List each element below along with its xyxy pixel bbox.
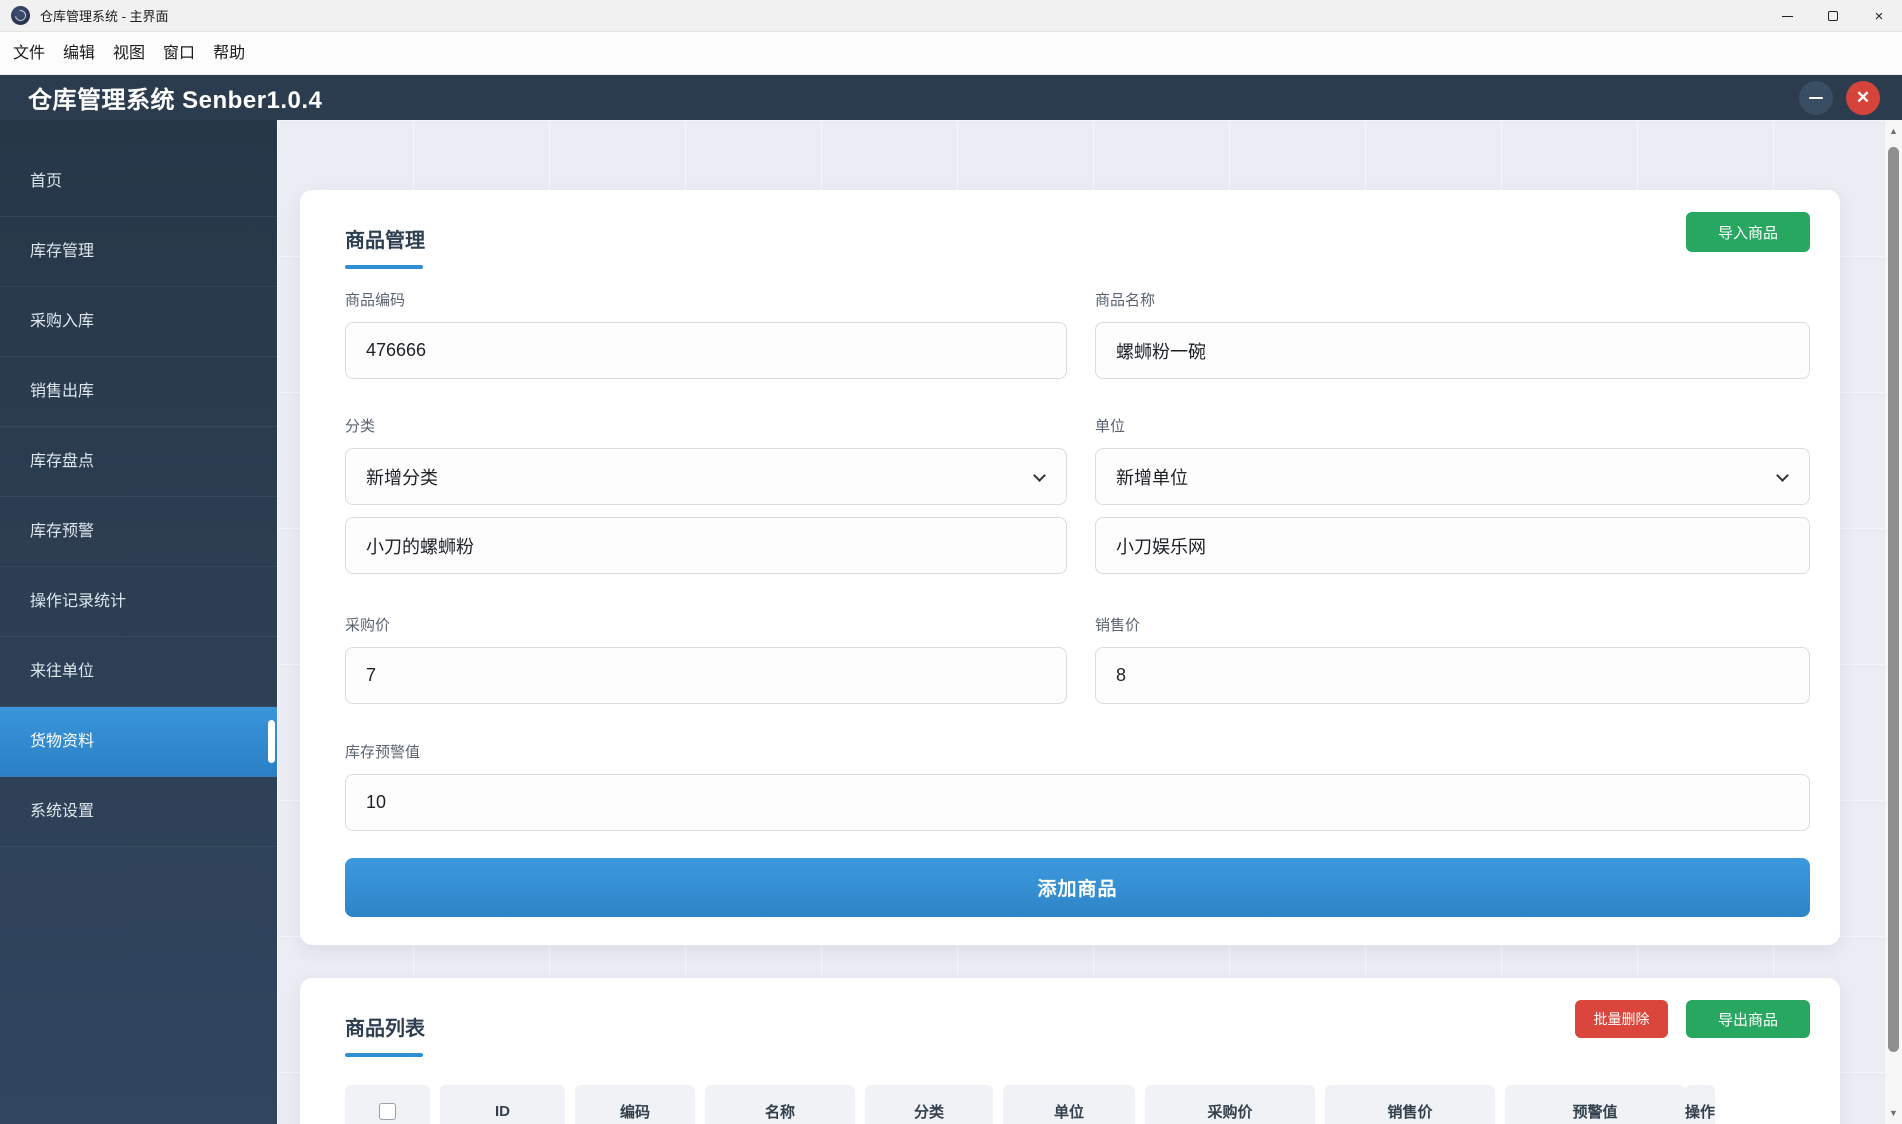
menu-item[interactable]: 编辑 — [54, 32, 104, 75]
main-content: 商品管理 导入商品 商品编码 商品名称 分类 单位 新增分类 — [277, 120, 1902, 1124]
close-icon: × — [1874, 7, 1884, 25]
unit-label: 单位 — [1095, 418, 1126, 435]
vertical-scrollbar[interactable]: ▲ ▼ — [1884, 120, 1902, 1124]
card-title-block: 商品管理 — [345, 210, 425, 269]
app-close-button[interactable]: ✕ — [1846, 80, 1880, 115]
window-close-button[interactable]: × — [1856, 0, 1902, 32]
sale-price-input[interactable] — [1095, 647, 1810, 704]
scroll-down-icon[interactable]: ▼ — [1885, 1108, 1902, 1118]
product-code-label: 商品编码 — [345, 292, 406, 309]
sidebar-item[interactable]: 采购入库 — [0, 287, 277, 357]
sidebar-item[interactable]: 库存盘点 — [0, 427, 277, 497]
sidebar-item-label: 销售出库 — [30, 383, 95, 400]
table-column-header: ID — [440, 1085, 565, 1124]
sidebar-item[interactable]: 销售出库 — [0, 357, 277, 427]
app-title: 仓库管理系统 Senber1.0.4 — [28, 87, 323, 114]
category-label: 分类 — [345, 418, 376, 435]
purchase-price-input[interactable] — [345, 647, 1067, 704]
menu-item[interactable]: 文件 — [4, 32, 54, 75]
sidebar-item[interactable]: 首页 — [0, 147, 277, 217]
stock-warning-input[interactable] — [345, 774, 1810, 831]
window-maximize-button[interactable] — [1810, 0, 1856, 32]
new-unit-input[interactable] — [1095, 517, 1810, 574]
scroll-up-icon[interactable]: ▲ — [1885, 126, 1902, 136]
app-minimize-button[interactable] — [1799, 80, 1833, 115]
app-header-controls: ✕ — [1799, 80, 1880, 115]
table-header-checkbox-cell — [345, 1085, 430, 1124]
table-column-header: 名称 — [705, 1085, 855, 1124]
unit-select[interactable]: 新增单位 — [1095, 448, 1810, 505]
sidebar-item-label: 库存预警 — [30, 523, 95, 540]
menu-item[interactable]: 视图 — [104, 32, 154, 75]
menu-item[interactable]: 窗口 — [154, 32, 204, 75]
chevron-down-icon — [1776, 469, 1789, 482]
minimize-icon — [1809, 96, 1823, 99]
purchase-price-label: 采购价 — [345, 617, 391, 634]
select-all-checkbox[interactable] — [379, 1102, 396, 1120]
sidebar-item-label: 首页 — [30, 173, 63, 190]
table-column-header: 编码 — [575, 1085, 695, 1124]
sidebar-item-label: 库存管理 — [30, 243, 95, 260]
table-column-header: 预警值 — [1505, 1085, 1685, 1124]
table-column-header: 操作 — [1685, 1085, 1716, 1124]
menu-item[interactable]: 帮助 — [204, 32, 254, 75]
window-controls: × — [1764, 0, 1902, 32]
app-icon — [11, 6, 30, 25]
window-titlebar: 仓库管理系统 - 主界面 × — [0, 0, 1902, 32]
sidebar-item-label: 货物资料 — [30, 733, 95, 750]
sidebar-item-label: 系统设置 — [30, 803, 95, 820]
sidebar-item[interactable]: 来往单位 — [0, 637, 277, 707]
menu-bar: 文件 编辑 视图 窗口 帮助 — [0, 32, 1902, 75]
title-accent-underline — [345, 265, 423, 269]
window-title: 仓库管理系统 - 主界面 — [40, 9, 169, 24]
batch-delete-button[interactable]: 批量删除 — [1575, 1000, 1668, 1038]
chevron-down-icon — [1033, 469, 1046, 482]
product-code-input[interactable] — [345, 322, 1067, 379]
card-title-block: 商品列表 — [345, 998, 425, 1057]
unit-selected-value: 新增单位 — [1116, 467, 1188, 488]
sidebar-item[interactable]: 库存预警 — [0, 497, 277, 567]
maximize-icon — [1828, 11, 1838, 21]
minimize-icon — [1781, 15, 1793, 17]
category-select[interactable]: 新增分类 — [345, 448, 1067, 505]
stock-warning-label: 库存预警值 — [345, 744, 421, 761]
table-column-header: 单位 — [1003, 1085, 1135, 1124]
sidebar-item[interactable]: 库存管理 — [0, 217, 277, 287]
table-column-header: 采购价 — [1145, 1085, 1315, 1124]
app-header: 仓库管理系统 Senber1.0.4 ✕ — [0, 75, 1902, 120]
sale-price-label: 销售价 — [1095, 617, 1141, 634]
sidebar-item-label: 操作记录统计 — [30, 593, 127, 610]
scrollbar-thumb[interactable] — [1888, 147, 1899, 1052]
table-header-row: ID 编码 名称 分类 单位 采购价 销售价 预警值 操作 — [345, 1085, 1810, 1124]
list-title: 商品列表 — [345, 1018, 425, 1040]
sidebar-item[interactable]: 系统设置 — [0, 777, 277, 847]
new-category-input[interactable] — [345, 517, 1067, 574]
product-list-card: 商品列表 批量删除 导出商品 ID 编码 名称 分类 单位 采购价 销售价 预警值 操作 — [300, 978, 1840, 1124]
product-name-label: 商品名称 — [1095, 292, 1156, 309]
product-name-input[interactable] — [1095, 322, 1810, 379]
sidebar-nav: 首页 库存管理 采购入库 销售出库 库存盘点 库存预警 操作记录统计 来往单位 … — [0, 120, 277, 1124]
add-product-button[interactable]: 添加商品 — [345, 858, 1810, 917]
import-products-button[interactable]: 导入商品 — [1686, 212, 1810, 252]
sidebar-scrollbar-thumb[interactable] — [268, 720, 275, 763]
page-title: 商品管理 — [345, 230, 425, 252]
category-selected-value: 新增分类 — [366, 467, 438, 488]
title-accent-underline — [345, 1053, 423, 1057]
sidebar-item-label: 来往单位 — [30, 663, 95, 680]
sidebar-item-label: 采购入库 — [30, 313, 95, 330]
sidebar-item-label: 库存盘点 — [30, 453, 95, 470]
sidebar-item[interactable]: 操作记录统计 — [0, 567, 277, 637]
table-column-header: 分类 — [865, 1085, 993, 1124]
close-icon: ✕ — [1855, 88, 1871, 107]
product-management-card: 商品管理 导入商品 商品编码 商品名称 分类 单位 新增分类 — [300, 190, 1840, 945]
export-products-button[interactable]: 导出商品 — [1686, 1000, 1810, 1038]
window-minimize-button[interactable] — [1764, 0, 1810, 32]
app-window: 仓库管理系统 - 主界面 × 文件 编辑 视图 窗口 帮助 仓库管理系统 Senber1… — [0, 0, 1902, 1124]
sidebar-item[interactable]: 货物资料 — [0, 707, 277, 777]
table-column-header: 销售价 — [1325, 1085, 1495, 1124]
